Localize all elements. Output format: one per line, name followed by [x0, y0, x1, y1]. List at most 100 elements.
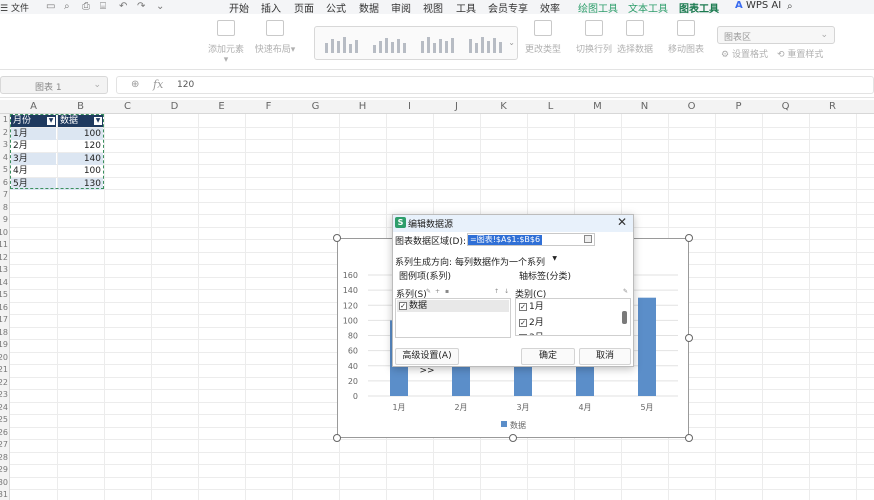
- column-header-p[interactable]: P: [715, 101, 762, 112]
- quick-layout-button[interactable]: 快速布局▾: [254, 20, 296, 55]
- category-item[interactable]: ✓ 3月: [517, 332, 617, 335]
- category-checkbox[interactable]: ✓: [519, 303, 527, 311]
- series-checkbox[interactable]: ✓: [399, 302, 407, 310]
- select-data-button[interactable]: 选择数据: [616, 20, 654, 55]
- row-header-18[interactable]: 18: [0, 328, 8, 337]
- column-header-e[interactable]: E: [198, 101, 245, 112]
- tab-efficiency[interactable]: 效率: [540, 0, 560, 15]
- row-header-26[interactable]: 26: [0, 428, 8, 437]
- column-header-m[interactable]: M: [574, 101, 621, 112]
- column-header-n[interactable]: N: [621, 101, 668, 112]
- column-header-h[interactable]: H: [339, 101, 386, 112]
- row-header-3[interactable]: 3: [3, 140, 8, 149]
- column-header-i[interactable]: I: [386, 101, 433, 112]
- row-header-1[interactable]: 1: [3, 115, 8, 124]
- row-header-2[interactable]: 2: [3, 128, 8, 137]
- row-header-21[interactable]: 21: [0, 365, 8, 374]
- tab-formula[interactable]: 公式: [326, 0, 346, 15]
- tab-view[interactable]: 视图: [423, 0, 443, 15]
- chart-style-1[interactable]: [321, 33, 361, 55]
- close-icon[interactable]: ✕: [617, 215, 627, 229]
- save-icon[interactable]: ▭: [46, 1, 55, 12]
- range-picker-icon[interactable]: [584, 235, 592, 243]
- delete-series-icon[interactable]: ▪: [445, 288, 449, 295]
- column-header-d[interactable]: D: [151, 101, 198, 112]
- wps-ai-button[interactable]: A WPS AI: [735, 0, 781, 11]
- chart-style-4[interactable]: [465, 33, 505, 55]
- tab-review[interactable]: 审阅: [391, 0, 411, 15]
- zoom-icon[interactable]: ⊕: [131, 79, 139, 90]
- row-header-30[interactable]: 30: [0, 478, 8, 487]
- styles-more-icon[interactable]: ⌄: [508, 38, 515, 47]
- chart-styles-gallery[interactable]: ⌄: [314, 26, 518, 60]
- column-header-a[interactable]: A: [10, 101, 57, 112]
- tab-drawing-tools[interactable]: 绘图工具: [578, 0, 618, 15]
- chart-style-3[interactable]: [417, 33, 457, 55]
- category-checkbox[interactable]: ✓: [519, 319, 527, 327]
- row-header-13[interactable]: 13: [0, 265, 8, 274]
- tab-page[interactable]: 页面: [294, 0, 314, 15]
- column-header-q[interactable]: Q: [762, 101, 809, 112]
- series-list[interactable]: ✓ 数据: [395, 298, 511, 338]
- set-format-button[interactable]: ⚙ 设置格式: [721, 47, 771, 60]
- print-preview-icon[interactable]: ⌸: [100, 1, 106, 12]
- column-header-j[interactable]: J: [433, 101, 480, 112]
- cancel-button[interactable]: 取消: [579, 348, 631, 365]
- file-menu[interactable]: ☰ 文件: [0, 1, 29, 14]
- column-header-f[interactable]: F: [245, 101, 292, 112]
- category-list-scrollbar[interactable]: [622, 311, 627, 324]
- series-item[interactable]: ✓ 数据: [397, 300, 509, 312]
- tab-insert[interactable]: 插入: [261, 0, 281, 15]
- resize-handle-right[interactable]: [685, 334, 693, 342]
- category-checkbox[interactable]: ✓: [519, 334, 527, 335]
- row-header-17[interactable]: 17: [0, 315, 8, 324]
- name-box[interactable]: 图表 1 ⌄: [0, 76, 108, 94]
- resize-handle-bottom-right[interactable]: [685, 434, 693, 442]
- chart-data-range-input[interactable]: =图表!$A$1:$B$6: [467, 233, 595, 246]
- row-header-15[interactable]: 15: [0, 290, 8, 299]
- row-header-6[interactable]: 6: [3, 178, 8, 187]
- row-header-20[interactable]: 20: [0, 353, 8, 362]
- row-header-22[interactable]: 22: [0, 378, 8, 387]
- row-header-24[interactable]: 24: [0, 403, 8, 412]
- row-header-14[interactable]: 14: [0, 278, 8, 287]
- column-header-r[interactable]: R: [809, 101, 856, 112]
- row-header-10[interactable]: 10: [0, 228, 8, 237]
- dialog-title-bar[interactable]: S 编辑数据源 ✕: [393, 215, 633, 232]
- tab-tools[interactable]: 工具: [456, 0, 476, 15]
- row-header-31[interactable]: 31: [0, 490, 8, 499]
- column-header-g[interactable]: G: [292, 101, 339, 112]
- category-list[interactable]: ✓ 1月 ✓ 2月 ✓ 3月: [515, 298, 631, 336]
- row-header-4[interactable]: 4: [3, 153, 8, 162]
- tab-home[interactable]: 开始: [229, 0, 249, 15]
- resize-handle-top-right[interactable]: [685, 234, 693, 242]
- series-direction-select[interactable]: 每列数据作为一个系列 ▼: [455, 255, 557, 268]
- row-header-23[interactable]: 23: [0, 390, 8, 399]
- tab-member[interactable]: 会员专享: [488, 0, 528, 15]
- category-item[interactable]: ✓ 2月: [517, 317, 617, 329]
- chart-element-select[interactable]: 图表区 ⌄: [717, 26, 835, 44]
- chart-style-2[interactable]: [369, 33, 409, 55]
- row-header-25[interactable]: 25: [0, 415, 8, 424]
- resize-handle-bottom[interactable]: [509, 434, 517, 442]
- tab-data[interactable]: 数据: [359, 0, 379, 15]
- more-quick-access-icon[interactable]: ⌄: [156, 1, 164, 12]
- row-header-7[interactable]: 7: [3, 190, 8, 199]
- column-header-c[interactable]: C: [104, 101, 151, 112]
- row-header-5[interactable]: 5: [3, 165, 8, 174]
- column-header-l[interactable]: L: [527, 101, 574, 112]
- add-element-button[interactable]: 添加元素▾: [206, 20, 246, 65]
- column-header-k[interactable]: K: [480, 101, 527, 112]
- advanced-settings-button[interactable]: 高级设置(A) >>: [395, 348, 459, 376]
- row-header-9[interactable]: 9: [3, 215, 8, 224]
- move-down-icon[interactable]: ↓: [504, 288, 509, 295]
- redo-icon[interactable]: ↷: [137, 1, 145, 12]
- add-series-icon[interactable]: +: [435, 288, 440, 295]
- tab-text-tools[interactable]: 文本工具: [628, 0, 668, 15]
- formula-input[interactable]: ⊕ fx 120: [116, 76, 874, 94]
- move-chart-button[interactable]: 移动图表: [667, 20, 705, 55]
- category-item[interactable]: ✓ 1月: [517, 301, 617, 313]
- search-icon[interactable]: ⌕: [787, 1, 793, 12]
- row-header-28[interactable]: 28: [0, 453, 8, 462]
- edit-category-icon[interactable]: ✎: [623, 288, 628, 295]
